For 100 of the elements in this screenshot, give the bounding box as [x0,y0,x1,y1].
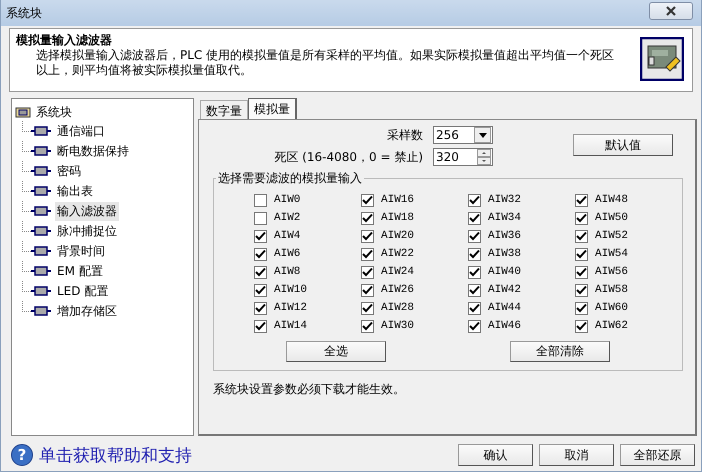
checkbox-label: AIW16 [381,194,414,206]
module-icon [31,246,51,256]
tab[interactable]: 模拟量 [248,98,297,119]
checkbox-label: AIW24 [381,266,414,278]
deadband-spinner[interactable]: 320 [433,148,493,166]
checkbox-label: AIW6 [274,248,300,260]
tree-item[interactable]: 断电数据保持 [55,142,131,160]
dialog-button[interactable]: 全部还原 [620,444,695,466]
check-icon [255,320,266,332]
check-icon [255,230,266,242]
default-button[interactable]: 默认值 [573,134,673,156]
check-icon [469,212,480,224]
check-icon [469,230,480,242]
checkbox[interactable] [575,266,588,278]
checkbox-label: AIW32 [488,194,522,206]
tree-item[interactable]: EM 配置 [55,262,105,280]
module-icon [31,286,51,296]
tree-item[interactable]: 输出表 [55,182,95,200]
sample-count-dropdown[interactable]: 256 [433,126,493,144]
checkbox[interactable] [254,194,267,206]
check-icon [576,284,587,296]
tree-item[interactable]: 密码 [55,162,83,180]
checkbox-label: AIW12 [274,302,308,314]
checkbox[interactable] [575,284,588,296]
tree-item[interactable]: 系统块 [36,104,72,120]
tree-item[interactable]: 输入滤波器 [55,202,119,220]
check-icon [469,248,480,260]
close-button[interactable] [649,2,693,20]
checkbox-label: AIW46 [488,320,522,332]
checkbox[interactable] [468,284,481,296]
checkbox-label: AIW26 [381,284,414,296]
checkbox[interactable] [575,320,588,332]
checkbox[interactable] [254,248,267,260]
checkbox[interactable] [575,212,588,224]
checkbox[interactable] [361,284,374,296]
module-icon [31,146,51,156]
checkbox[interactable] [575,302,588,314]
checkbox-label: AIW50 [595,212,628,224]
module-icon [31,186,51,196]
checkbox[interactable] [468,302,481,314]
plc-module-icon [640,37,684,81]
checkbox[interactable] [254,212,267,224]
header-description: 选择模拟量输入滤波器后，PLC 使用的模拟量值是所有采样的平均值。如果实际模拟量值超出平均值一个死区以上，则平均值将被实际模拟量值取代。 [35,48,616,78]
checkbox[interactable] [361,212,374,224]
clear-all-button[interactable]: 全部清除 [510,341,610,362]
module-icon [31,306,51,316]
checkbox[interactable] [254,230,267,242]
checkbox-label: AIW52 [595,230,628,242]
folder-icon [15,106,31,118]
check-icon [255,266,266,278]
checkbox[interactable] [254,284,267,296]
check-icon [362,194,373,206]
checkbox-label: AIW20 [381,230,414,242]
checkbox[interactable] [575,194,588,206]
help-icon[interactable]: ? [11,444,33,466]
checkbox[interactable] [468,212,481,224]
close-icon [664,5,678,17]
checkbox[interactable] [468,194,481,206]
checkbox[interactable] [468,266,481,278]
checkbox[interactable] [361,266,374,278]
tab[interactable]: 数字量 [200,100,248,119]
group-title: 选择需要滤波的模拟量输入 [217,170,363,187]
dialog-button[interactable]: 取消 [539,444,614,466]
checkbox[interactable] [468,248,481,260]
checkbox[interactable] [361,248,374,260]
checkbox-label: AIW0 [274,194,300,206]
checkbox[interactable] [361,302,374,314]
checkbox[interactable] [254,302,267,314]
tree-item[interactable]: 增加存储区 [55,302,119,320]
checkbox[interactable] [254,266,267,278]
checkbox-label: AIW30 [381,320,414,332]
sample-count-label: 采样数 [387,126,423,144]
checkbox[interactable] [361,194,374,206]
tree-item[interactable]: 脉冲捕捉位 [55,222,119,240]
checkbox[interactable] [361,230,374,242]
select-all-button[interactable]: 全选 [286,341,386,362]
check-icon [255,284,266,296]
checkbox-label: AIW48 [595,194,628,206]
checkbox[interactable] [468,320,481,332]
checkbox[interactable] [575,248,588,260]
check-icon [469,302,480,314]
checkbox[interactable] [575,230,588,242]
checkbox-label: AIW8 [274,266,300,278]
help-link[interactable]: 单击获取帮助和支持 [39,444,192,466]
check-icon [469,284,480,296]
tree-item[interactable]: 通信端口 [55,122,107,140]
checkbox-label: AIW28 [381,302,414,314]
checkbox[interactable] [361,320,374,332]
checkbox-label: AIW18 [381,212,414,224]
tree-item[interactable]: 背景时间 [55,242,107,260]
deadband-label: 死区 (16-4080，0 = 禁止) [274,148,423,166]
check-icon [469,320,480,332]
tree-item[interactable]: LED 配置 [55,282,110,300]
dialog-button[interactable]: 确认 [458,444,533,466]
checkbox[interactable] [468,230,481,242]
module-icon [31,166,51,176]
checkbox[interactable] [254,320,267,332]
check-icon [576,266,587,278]
check-icon [362,320,373,332]
checkbox-label: AIW54 [595,248,628,260]
